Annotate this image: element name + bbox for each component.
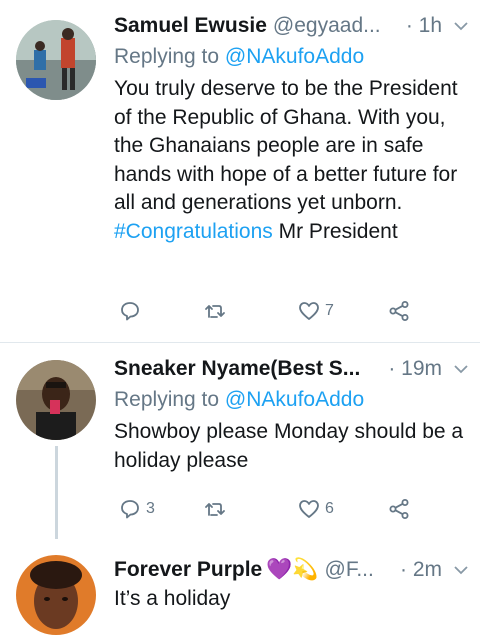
like-button[interactable]: 7 (297, 299, 334, 323)
thread-line (55, 446, 58, 539)
timestamp[interactable]: · 19m (382, 357, 442, 381)
tweet-text-part2: Mr President (272, 219, 398, 243)
avatar-image (16, 20, 96, 100)
display-name[interactable]: Forever Purple (114, 558, 262, 582)
tweet-forever-purple[interactable]: Forever Purple 💜💫 @F... · 2m It’s a holi… (0, 539, 480, 635)
tweet-text: You truly deserve to be the President of… (114, 75, 470, 246)
user-handle[interactable]: @egyaad... (273, 14, 381, 38)
heart-icon (299, 500, 319, 518)
tweet-actions: 3 6 (0, 494, 480, 524)
replying-to: Replying to @NAkufoAddo (114, 45, 470, 69)
reply-icon (121, 302, 139, 321)
replying-to: Replying to @NAkufoAddo (114, 388, 470, 412)
heart-icon (299, 302, 319, 320)
tweet-text-part1: You truly deserve to be the President of… (114, 77, 458, 214)
timestamp[interactable]: · 2m (394, 558, 442, 582)
tweet-sneaker-nyame[interactable]: Sneaker Nyame(Best S... · 19m Replying t… (0, 343, 480, 539)
like-count: 7 (325, 302, 334, 319)
display-name[interactable]: Sneaker Nyame(Best S... (114, 357, 360, 381)
tweet-actions: 7 (0, 296, 480, 326)
retweet-icon (205, 305, 225, 318)
hashtag-link[interactable]: #Congratulations (114, 220, 273, 243)
replying-to-mention[interactable]: @NAkufoAddo (225, 388, 364, 411)
replying-to-label: Replying to (114, 45, 220, 68)
share-icon (389, 301, 409, 321)
avatar-image (16, 555, 96, 635)
user-handle[interactable]: @F... (325, 558, 374, 582)
tweet-samuel-ewusie[interactable]: Samuel Ewusie @egyaad... · 1h Replying t… (0, 0, 480, 342)
retweet-button[interactable] (203, 497, 231, 521)
share-button[interactable] (387, 497, 411, 521)
reply-count: 3 (146, 500, 155, 517)
retweet-icon (205, 503, 225, 516)
replying-to-label: Replying to (114, 388, 220, 411)
like-count: 6 (325, 500, 334, 517)
tweet-header: Samuel Ewusie @egyaad... · 1h (114, 13, 470, 39)
like-button[interactable]: 6 (297, 497, 334, 521)
avatar[interactable] (16, 20, 96, 100)
reply-icon (121, 500, 139, 519)
display-name[interactable]: Samuel Ewusie (114, 14, 267, 38)
avatar[interactable] (16, 555, 96, 635)
replying-to-mention[interactable]: @NAkufoAddo (225, 45, 364, 68)
tweet-header: Forever Purple 💜💫 @F... · 2m (114, 557, 470, 583)
reply-button[interactable] (118, 299, 146, 323)
share-icon (389, 499, 409, 519)
retweet-button[interactable] (203, 299, 231, 323)
tweet-header: Sneaker Nyame(Best S... · 19m (114, 356, 470, 382)
tweet-text: It’s a holiday (114, 587, 231, 610)
tweet-text: Showboy please Monday should be a holida… (114, 420, 464, 472)
avatar-image (16, 360, 96, 440)
reply-button[interactable]: 3 (118, 497, 155, 521)
name-emoji: 💜💫 (266, 558, 319, 581)
chevron-down-icon[interactable] (452, 360, 470, 378)
chevron-down-icon[interactable] (452, 561, 470, 579)
chevron-down-icon[interactable] (452, 17, 470, 35)
share-button[interactable] (387, 299, 411, 323)
timestamp[interactable]: · 1h (400, 14, 442, 38)
avatar[interactable] (16, 360, 96, 440)
